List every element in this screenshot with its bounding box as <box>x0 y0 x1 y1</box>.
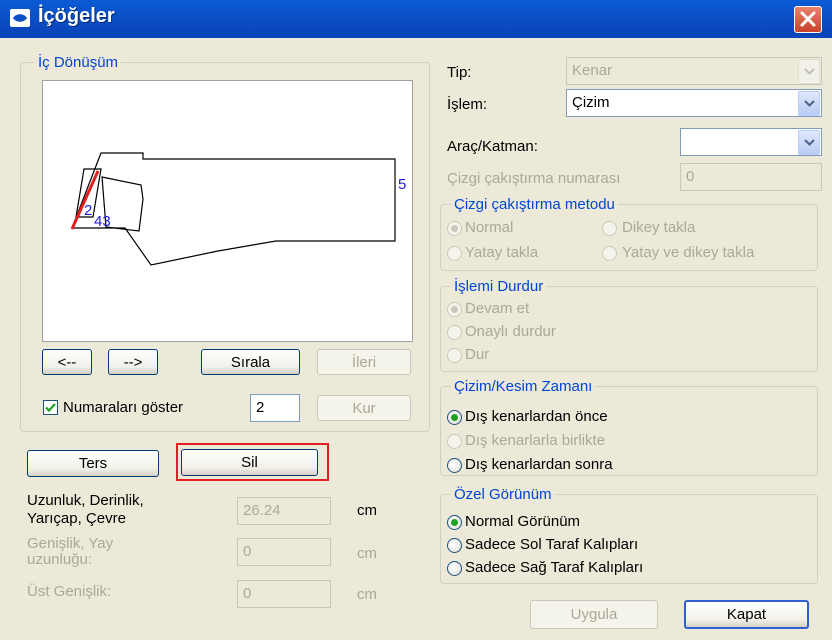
confirm-stop-label: Onaylı durdur <box>465 323 556 340</box>
close-icon[interactable] <box>794 6 822 33</box>
confirm-stop-radio[interactable] <box>447 325 462 340</box>
overlap-both-flip-label: Yatay ve dikey takla <box>622 244 755 261</box>
pattern-preview: 2 43 5 <box>42 80 413 342</box>
forward-button[interactable]: İleri <box>317 349 411 375</box>
close-button[interactable]: Kapat <box>684 600 809 629</box>
length-label-line2: Yarıçap, Çevre <box>27 510 126 527</box>
stop-label: Dur <box>465 346 490 363</box>
continue-radio[interactable] <box>447 302 462 317</box>
window-title: İçöğeler <box>38 5 115 27</box>
title-bar: İçöğeler <box>0 0 832 38</box>
width-unit: cm <box>357 545 377 562</box>
stop-operation-title: İşlemi Durdur <box>451 278 547 295</box>
preview-number-5: 5 <box>398 176 407 193</box>
preview-number-43: 43 <box>94 213 111 230</box>
length-input[interactable]: 26.24 <box>237 497 331 525</box>
line-overlap-label: Çizgi çakıştırma numarası <box>447 170 621 187</box>
apply-button[interactable]: Uygula <box>530 600 658 629</box>
with-edges-radio[interactable] <box>447 434 462 449</box>
normal-view-radio[interactable] <box>447 515 462 530</box>
overlap-horizontal-flip-radio[interactable] <box>447 246 462 261</box>
overlap-vertical-flip-radio[interactable] <box>602 221 617 236</box>
normal-view-label: Normal Görünüm <box>465 513 581 530</box>
overlap-vertical-flip-label: Dikey takla <box>622 219 696 236</box>
next-button[interactable]: --> <box>108 349 158 375</box>
chevron-down-icon <box>798 130 820 155</box>
operation-select[interactable]: Çizim <box>566 89 822 117</box>
app-icon <box>10 9 30 27</box>
overlap-normal-radio[interactable] <box>447 221 462 236</box>
tool-layer-select[interactable] <box>680 128 822 156</box>
stop-radio[interactable] <box>447 348 462 363</box>
left-side-patterns-radio[interactable] <box>447 538 462 553</box>
number-input[interactable]: 2 <box>250 394 300 422</box>
continue-label: Devam et <box>465 300 530 317</box>
length-unit: cm <box>357 502 377 519</box>
left-side-patterns-label: Sadece Sol Taraf Kalıpları <box>465 536 639 553</box>
delete-button[interactable]: Sil <box>181 449 318 476</box>
special-view-title: Özel Görünüm <box>451 486 555 503</box>
overlap-horizontal-flip-label: Yatay takla <box>465 244 539 261</box>
tool-layer-label: Araç/Katman: <box>447 138 538 155</box>
overlap-method-title: Çizgi çakıştırma metodu <box>451 196 618 213</box>
after-edges-radio[interactable] <box>447 458 462 473</box>
right-side-patterns-radio[interactable] <box>447 561 462 576</box>
before-edges-radio[interactable] <box>447 410 462 425</box>
type-label: Tip: <box>447 64 472 81</box>
line-overlap-input[interactable]: 0 <box>680 163 822 191</box>
overlap-both-flip-radio[interactable] <box>602 246 617 261</box>
set-button[interactable]: Kur <box>317 395 411 421</box>
draw-cut-time-title: Çizim/Kesim Zamanı <box>451 378 596 395</box>
pattern-piece <box>71 152 396 266</box>
top-width-label: Üst Genişlik: <box>27 583 112 600</box>
type-select[interactable]: Kenar <box>566 57 822 85</box>
width-label-line1: Genişlik, Yay <box>27 535 114 552</box>
overlap-normal-label: Normal <box>465 219 514 236</box>
previous-button[interactable]: <-- <box>42 349 92 375</box>
reverse-button[interactable]: Ters <box>27 450 159 477</box>
sort-button[interactable]: Sırala <box>201 349 300 375</box>
inner-transform-title: İç Dönüşüm <box>35 54 122 71</box>
operation-value: Çizim <box>572 94 610 111</box>
chevron-down-icon <box>798 59 820 84</box>
after-edges-label: Dış kenarlardan sonra <box>465 456 613 473</box>
before-edges-label: Dış kenarlardan önce <box>465 408 608 425</box>
width-label-line2: uzunluğu: <box>27 551 93 568</box>
show-numbers-label: Numaraları göster <box>63 399 184 416</box>
right-side-patterns-label: Sadece Sağ Taraf Kalıpları <box>465 559 644 576</box>
show-numbers-checkbox[interactable] <box>43 400 58 415</box>
width-input[interactable]: 0 <box>237 538 331 566</box>
with-edges-label: Dış kenarlarla birlikte <box>465 432 606 449</box>
preview-number-2: 2 <box>84 202 93 219</box>
top-width-input[interactable]: 0 <box>237 580 331 608</box>
chevron-down-icon <box>798 91 820 116</box>
type-value: Kenar <box>572 62 613 79</box>
length-label-line1: Uzunluk, Derinlik, <box>27 492 144 509</box>
top-width-unit: cm <box>357 586 377 603</box>
operation-label: İşlem: <box>447 96 488 113</box>
